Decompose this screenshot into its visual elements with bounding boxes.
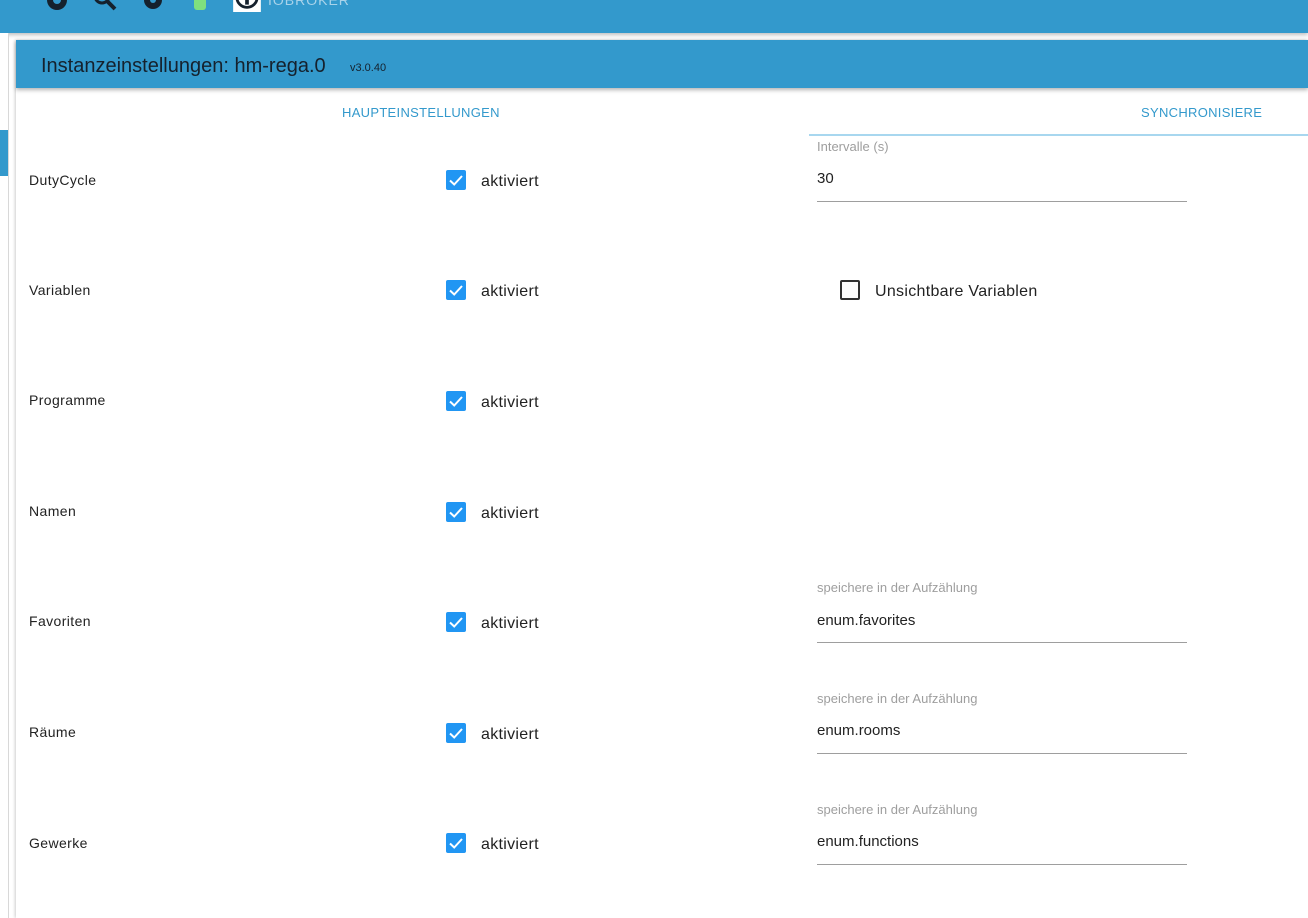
interval-label: Intervalle (s) [817, 139, 889, 154]
label-programme: Programme [29, 392, 106, 408]
label-variablen: Variablen [29, 282, 91, 298]
checkbox-label: aktiviert [481, 283, 539, 300]
eye-icon[interactable] [44, 0, 70, 12]
label-namen: Namen [29, 503, 77, 519]
tab-main-settings[interactable]: HAUPTEINSTELLUNGEN [342, 105, 500, 120]
search-icon[interactable] [92, 0, 118, 12]
checkbox-label: aktiviert [481, 505, 539, 522]
instance-settings-dialog: Instanzeinstellungen: hm-rega.0 v3.0.40 … [16, 40, 1308, 918]
tab-sync[interactable]: SYNCHRONISIERE [1141, 105, 1262, 120]
label-favoriten: Favoriten [29, 613, 91, 629]
check-icon [449, 285, 463, 296]
sidebar-active-marker[interactable] [0, 130, 8, 176]
checkbox-label: aktiviert [481, 173, 539, 190]
check-icon [449, 617, 463, 628]
puzzle-icon[interactable] [188, 0, 214, 12]
dialog-title: Instanzeinstellungen: hm-rega.0 [41, 55, 326, 77]
checkbox-label: aktiviert [481, 615, 539, 632]
functions-enum-label: speichere in der Aufzählung [817, 802, 978, 817]
checkbox-invisible-variables[interactable] [840, 280, 860, 300]
rooms-underline [817, 753, 1187, 754]
functions-underline [817, 864, 1187, 865]
rooms-enum-input[interactable]: enum.rooms [817, 722, 900, 739]
favorites-enum-label: speichere in der Aufzählung [817, 580, 978, 595]
checkbox-label: aktiviert [481, 394, 539, 411]
check-icon [449, 728, 463, 739]
version-label: v3.0.40 [350, 62, 387, 74]
tab-indicator [809, 134, 1308, 136]
checkbox-variablen[interactable] [446, 280, 466, 300]
invisible-variables-label: Unsichtbare Variablen [875, 283, 1038, 300]
check-icon [449, 838, 463, 849]
gear-icon[interactable] [140, 0, 166, 12]
dialog-header: Instanzeinstellungen: hm-rega.0 v3.0.40 [16, 40, 1308, 88]
check-icon [449, 175, 463, 186]
label-gewerke: Gewerke [29, 835, 88, 851]
checkbox-label: aktiviert [481, 836, 539, 853]
functions-enum-input[interactable]: enum.functions [817, 833, 919, 850]
checkbox-programme[interactable] [446, 391, 466, 411]
interval-underline [817, 201, 1187, 202]
checkbox-namen[interactable] [446, 502, 466, 522]
checkbox-dutycycle[interactable] [446, 170, 466, 190]
rooms-enum-label: speichere in der Aufzählung [817, 691, 978, 706]
label-raeume: Räume [29, 724, 77, 740]
iobroker-logo-icon [233, 0, 261, 12]
checkbox-gewerke[interactable] [446, 833, 466, 853]
interval-input[interactable]: 30 [817, 170, 834, 187]
check-icon [449, 396, 463, 407]
app-toolbar: IOBROKER [0, 0, 1308, 33]
check-icon [449, 507, 463, 518]
logo-text: IOBROKER [268, 0, 350, 8]
label-dutycycle: DutyCycle [29, 172, 97, 188]
checkbox-favoriten[interactable] [446, 612, 466, 632]
checkbox-raeume[interactable] [446, 723, 466, 743]
favorites-underline [817, 642, 1187, 643]
favorites-enum-input[interactable]: enum.favorites [817, 612, 915, 629]
checkbox-label: aktiviert [481, 726, 539, 743]
